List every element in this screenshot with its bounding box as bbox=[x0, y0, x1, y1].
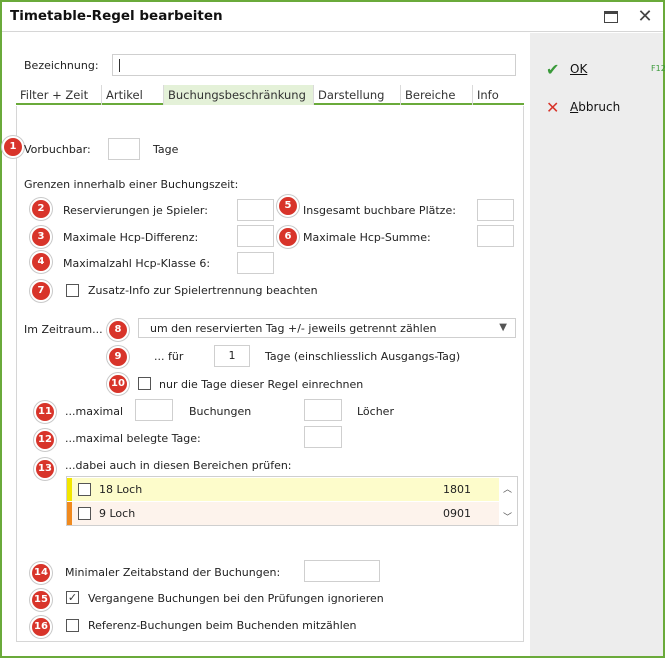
area-name: 18 Loch bbox=[99, 483, 143, 496]
callout-badge-11: 11 bbox=[34, 401, 56, 423]
callout-badge-13: 13 bbox=[34, 458, 56, 480]
area-checkbox[interactable] bbox=[78, 507, 91, 520]
areas-list: 18 Loch 1801 9 Loch 0901 ︿ ﹀ bbox=[66, 476, 518, 526]
close-icon: ✕ bbox=[637, 6, 653, 27]
cancel-label: Abbruch bbox=[570, 100, 621, 114]
dialog-window: Timetable-Regel bearbeiten ✕ ✔ OK F12 ✕ … bbox=[0, 0, 665, 658]
vergangene-checkbox[interactable]: ✓ bbox=[66, 591, 79, 604]
referenz-checkbox[interactable] bbox=[66, 619, 79, 632]
maximal-label: ...maximal bbox=[65, 405, 124, 418]
maximal-belegte-label: ...maximal belegte Tage: bbox=[65, 432, 201, 445]
tab-buchungsbeschraenkung[interactable]: Buchungsbeschränkung bbox=[164, 85, 314, 105]
zeitraum-select[interactable]: um den reservierten Tag +/- jeweils getr… bbox=[138, 318, 516, 338]
area-color-bar bbox=[67, 478, 72, 501]
im-zeitraum-label: Im Zeitraum... bbox=[24, 323, 103, 336]
x-icon: ✕ bbox=[546, 98, 560, 117]
tab-artikel[interactable]: Artikel bbox=[102, 85, 164, 105]
callout-badge-15: 15 bbox=[30, 589, 52, 611]
zusatz-info-checkbox[interactable] bbox=[66, 284, 79, 297]
bezeichnung-input[interactable] bbox=[112, 54, 516, 76]
tab-filter-zeit[interactable]: Filter + Zeit bbox=[16, 85, 102, 105]
tab-bar: Filter + Zeit Artikel Buchungsbeschränku… bbox=[16, 85, 524, 105]
buchungen-label: Buchungen bbox=[189, 405, 252, 418]
max-hcp-klasse6-label: Maximalzahl Hcp-Klasse 6: bbox=[63, 257, 211, 270]
vorbuchbar-input[interactable] bbox=[108, 138, 140, 160]
areas-scrollbar[interactable]: ︿ ﹀ bbox=[499, 477, 517, 525]
vorbuchbar-label: Vorbuchbar: bbox=[24, 143, 91, 156]
zusatz-info-label: Zusatz-Info zur Spielertrennung beachten bbox=[88, 284, 318, 297]
area-color-bar bbox=[67, 502, 72, 525]
callout-badge-14: 14 bbox=[30, 562, 52, 584]
callout-badge-1: 1 bbox=[2, 136, 24, 158]
fuer-label: ... für bbox=[154, 350, 184, 363]
max-belegte-tage-input[interactable] bbox=[304, 426, 342, 448]
maximize-button[interactable] bbox=[599, 6, 623, 28]
tab-bereiche[interactable]: Bereiche bbox=[401, 85, 473, 105]
loecher-label: Löcher bbox=[357, 405, 394, 418]
callout-badge-9: 9 bbox=[107, 346, 129, 368]
insgesamt-plaetze-input[interactable] bbox=[477, 199, 514, 221]
referenz-label: Referenz-Buchungen beim Buchenden mitzäh… bbox=[88, 619, 357, 632]
check-icon: ✔ bbox=[546, 60, 560, 79]
area-code: 0901 bbox=[443, 507, 471, 520]
callout-badge-4: 4 bbox=[30, 251, 52, 273]
area-name: 9 Loch bbox=[99, 507, 136, 520]
chevron-down-icon: ▼ bbox=[499, 322, 507, 333]
area-checkbox[interactable] bbox=[78, 483, 91, 496]
text-cursor bbox=[119, 59, 120, 72]
chevron-up-icon: ︿ bbox=[503, 485, 513, 495]
ok-shortcut: F12 bbox=[651, 64, 665, 73]
callout-badge-2: 2 bbox=[30, 198, 52, 220]
nur-tage-regel-checkbox[interactable] bbox=[138, 377, 151, 390]
window-title: Timetable-Regel bearbeiten bbox=[10, 8, 223, 24]
fuer-tage-input[interactable]: 1 bbox=[214, 345, 250, 367]
res-je-spieler-label: Reservierungen je Spieler: bbox=[63, 204, 208, 217]
checkmark-icon: ✓ bbox=[67, 591, 78, 604]
callout-badge-6: 6 bbox=[277, 226, 299, 248]
area-code: 1801 bbox=[443, 483, 471, 496]
max-hcp-diff-input[interactable] bbox=[237, 225, 274, 247]
callout-badge-16: 16 bbox=[30, 616, 52, 638]
max-hcp-summe-label: Maximale Hcp-Summe: bbox=[303, 231, 431, 244]
dabei-bereiche-label: ...dabei auch in diesen Bereichen prüfen… bbox=[65, 459, 292, 472]
grenzen-heading: Grenzen innerhalb einer Buchungszeit: bbox=[24, 178, 239, 191]
max-hcp-diff-label: Maximale Hcp-Differenz: bbox=[63, 231, 199, 244]
tage-einschl-label: Tage (einschliesslich Ausgangs-Tag) bbox=[265, 350, 461, 363]
vorbuchbar-unit: Tage bbox=[153, 143, 179, 156]
title-bar: Timetable-Regel bearbeiten ✕ bbox=[2, 2, 663, 32]
list-item[interactable]: 18 Loch 1801 bbox=[67, 478, 499, 501]
close-button[interactable]: ✕ bbox=[633, 6, 657, 28]
tab-info[interactable]: Info bbox=[473, 85, 524, 105]
zeitraum-select-value: um den reservierten Tag +/- jeweils getr… bbox=[150, 322, 437, 335]
res-je-spieler-input[interactable] bbox=[237, 199, 274, 221]
tab-darstellung[interactable]: Darstellung bbox=[314, 85, 401, 105]
callout-badge-8: 8 bbox=[107, 319, 129, 341]
callout-badge-5: 5 bbox=[277, 195, 299, 217]
bezeichnung-label: Bezeichnung: bbox=[24, 59, 99, 72]
callout-badge-12: 12 bbox=[34, 429, 56, 451]
action-panel: ✔ OK F12 ✕ Abbruch bbox=[530, 33, 665, 656]
chevron-down-icon: ﹀ bbox=[503, 513, 513, 523]
max-buchungen-input[interactable] bbox=[135, 399, 173, 421]
callout-badge-3: 3 bbox=[30, 226, 52, 248]
callout-badge-7: 7 bbox=[30, 280, 52, 302]
maximize-icon bbox=[604, 11, 618, 23]
max-loecher-input[interactable] bbox=[304, 399, 342, 421]
min-zeitabstand-input[interactable] bbox=[304, 560, 380, 582]
max-hcp-klasse6-input[interactable] bbox=[237, 252, 274, 274]
vergangene-label: Vergangene Buchungen bei den Prüfungen i… bbox=[88, 592, 384, 605]
nur-tage-regel-label: nur die Tage dieser Regel einrechnen bbox=[159, 378, 364, 391]
min-zeitabstand-label: Minimaler Zeitabstand der Buchungen: bbox=[65, 566, 281, 579]
insgesamt-plaetze-label: Insgesamt buchbare Plätze: bbox=[303, 204, 456, 217]
callout-badge-10: 10 bbox=[107, 373, 129, 395]
list-item[interactable]: 9 Loch 0901 bbox=[67, 502, 499, 525]
max-hcp-summe-input[interactable] bbox=[477, 225, 514, 247]
ok-label: OK bbox=[570, 62, 588, 76]
